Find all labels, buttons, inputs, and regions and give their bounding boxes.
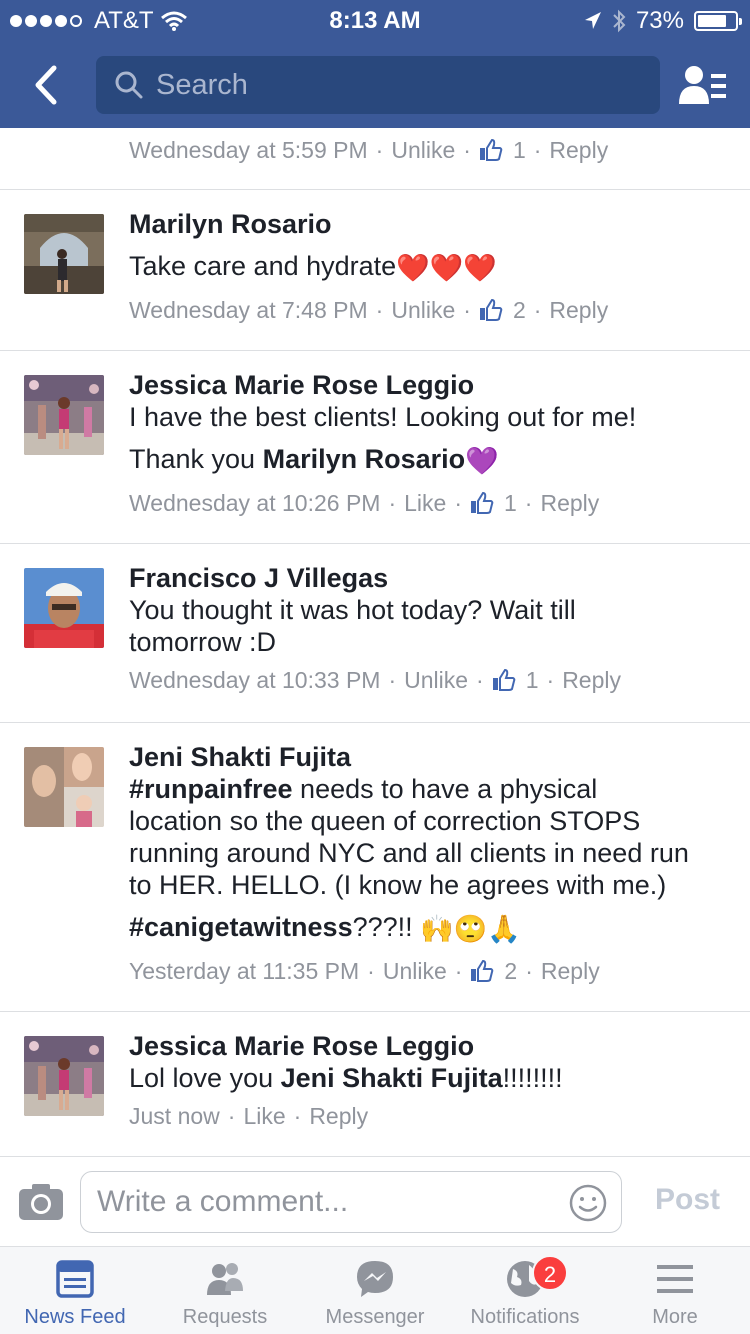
comment-author[interactable]: Jeni Shakti Fujita [129, 741, 729, 773]
comment-text: I have the best clients! Looking out for… [129, 402, 637, 476]
purple-heart-emoji: 💜 [465, 445, 499, 476]
comment-time: Just now [129, 1103, 220, 1129]
avatar[interactable] [24, 747, 104, 827]
like-thumb-icon [471, 491, 494, 514]
like-link[interactable]: Like [243, 1100, 285, 1132]
smiley-icon[interactable] [569, 1184, 607, 1222]
tab-label: Requests [182, 1306, 268, 1328]
tab-bar: News Feed Requests Messenger 2 Notificat… [0, 1246, 750, 1334]
bluetooth-icon [613, 9, 626, 33]
menu-icon [657, 1265, 693, 1293]
friend-list-icon[interactable] [678, 64, 728, 106]
mention-link[interactable]: Jeni Shakti Fujita [281, 1063, 503, 1093]
comment-meta: Wednesday at 10:33 PM · Unlike · 1 · Rep… [129, 664, 729, 696]
comment-meta: Wednesday at 7:48 PM · Unlike · 2 · Repl… [129, 294, 729, 326]
search-input[interactable]: Search [96, 56, 660, 114]
like-link[interactable]: Like [404, 487, 446, 519]
comment-text: Lol love you Jeni Shakti Fujita!!!!!!!! [129, 1063, 563, 1093]
reply-link[interactable]: Reply [309, 1100, 368, 1132]
comment-time: Wednesday at 10:33 PM [129, 667, 381, 693]
hearts-emoji: ❤️❤️❤️ [396, 252, 498, 283]
camera-icon[interactable] [18, 1183, 64, 1221]
search-placeholder: Search [156, 68, 248, 101]
like-count[interactable]: 1 [504, 487, 517, 519]
comment-text: Take care and hydrate❤️❤️❤️ [129, 251, 498, 283]
mention-link[interactable]: Marilyn Rosario [263, 444, 466, 474]
avatar[interactable] [24, 375, 104, 455]
comment-meta: Just now · Like · Reply [129, 1100, 729, 1132]
comment-time: Wednesday at 5:59 PM [129, 137, 368, 163]
comments-list: Wednesday at 5:59 PM · Unlike · 1 · Repl… [0, 128, 750, 1156]
comment-author[interactable]: Marilyn Rosario [129, 208, 729, 240]
tab-more[interactable]: More [600, 1247, 750, 1334]
comment-author[interactable]: Francisco J Villegas [129, 562, 729, 594]
comment-placeholder: Write a comment... [97, 1185, 349, 1218]
location-arrow-icon [584, 12, 601, 29]
tab-label: Notifications [470, 1306, 580, 1328]
news-feed-icon [56, 1260, 94, 1298]
hands-emoji: 🙌🙄🙏 [420, 913, 522, 944]
reply-link[interactable]: Reply [541, 955, 600, 987]
tab-requests[interactable]: Requests [150, 1247, 300, 1334]
like-thumb-icon [492, 668, 516, 691]
comment-author[interactable]: Jessica Marie Rose Leggio [129, 1030, 729, 1062]
tab-label: More [652, 1306, 698, 1328]
back-arrow-icon[interactable] [26, 60, 66, 110]
like-count[interactable]: 2 [513, 294, 526, 326]
comment-text: #runpainfree needs to have a physical lo… [129, 774, 689, 944]
like-count[interactable]: 2 [504, 955, 517, 987]
navigation-bar: Search [0, 44, 750, 128]
unlike-link[interactable]: Unlike [391, 294, 455, 326]
comment-input[interactable]: Write a comment... [80, 1171, 622, 1233]
comment-meta: Yesterday at 11:35 PM · Unlike · 2 · Rep… [129, 955, 729, 987]
like-thumb-icon [471, 959, 494, 982]
battery-percent: 73% [635, 7, 684, 34]
comment-item: Marilyn Rosario Take care and hydrate❤️❤… [0, 190, 750, 350]
comment-time: Wednesday at 7:48 PM [129, 296, 368, 323]
hashtag-link[interactable]: #runpainfree [129, 774, 293, 804]
tab-notifications[interactable]: 2 Notifications [450, 1247, 600, 1334]
tab-label: News Feed [24, 1306, 126, 1328]
comment-item: Francisco J Villegas You thought it was … [0, 544, 750, 722]
tab-messenger[interactable]: Messenger [300, 1247, 450, 1334]
like-count[interactable]: 1 [526, 664, 539, 696]
avatar[interactable] [24, 1036, 104, 1116]
search-icon [115, 71, 143, 99]
like-count[interactable]: 1 [513, 134, 526, 166]
comment-time: Yesterday at 11:35 PM [129, 957, 360, 984]
unlike-link[interactable]: Unlike [383, 955, 447, 987]
comment-text: You thought it was hot today? Wait till … [129, 595, 576, 657]
avatar[interactable] [24, 214, 104, 294]
comment-meta: Wednesday at 5:59 PM · Unlike · 1 · Repl… [129, 134, 608, 166]
post-button[interactable]: Post [655, 1183, 720, 1217]
comment-item: Jessica Marie Rose Leggio I have the bes… [0, 351, 750, 543]
tab-news-feed[interactable]: News Feed [0, 1247, 150, 1334]
reply-link[interactable]: Reply [549, 134, 608, 166]
notification-badge: 2 [532, 1255, 568, 1291]
like-thumb-icon [479, 138, 503, 161]
tab-label: Messenger [325, 1306, 425, 1328]
unlike-link[interactable]: Unlike [404, 664, 468, 696]
reply-link[interactable]: Reply [540, 487, 599, 519]
comment-item: Jeni Shakti Fujita #runpainfree needs to… [0, 723, 750, 1011]
reply-link[interactable]: Reply [562, 664, 621, 696]
avatar[interactable] [24, 568, 104, 648]
comment-author[interactable]: Jessica Marie Rose Leggio [129, 369, 729, 401]
messenger-icon [357, 1261, 393, 1297]
hashtag-link[interactable]: #canigetawitness [129, 912, 353, 942]
reply-link[interactable]: Reply [549, 294, 608, 326]
like-thumb-icon [479, 298, 503, 321]
comment-item: Jessica Marie Rose Leggio Lol love you J… [0, 1012, 750, 1156]
requests-icon [207, 1263, 243, 1295]
comment-time: Wednesday at 10:26 PM [129, 489, 381, 516]
top-bar: AT&T 8:13 AM 73% Search [0, 0, 750, 128]
status-bar: AT&T 8:13 AM 73% [0, 0, 750, 40]
comment-composer: Write a comment... Post [0, 1156, 750, 1246]
comment-meta: Wednesday at 10:26 PM · Like · 1 · Reply [129, 487, 729, 519]
unlike-link[interactable]: Unlike [391, 134, 455, 166]
battery-icon [694, 11, 742, 31]
